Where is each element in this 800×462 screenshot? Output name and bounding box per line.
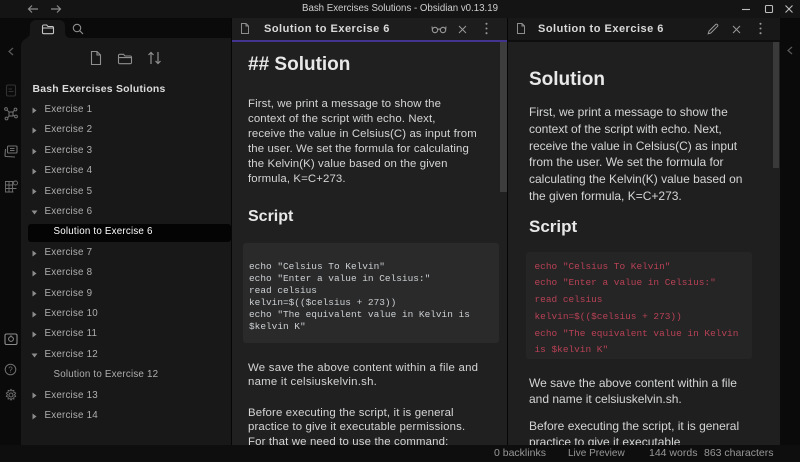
svg-text:?: ? — [8, 365, 13, 374]
